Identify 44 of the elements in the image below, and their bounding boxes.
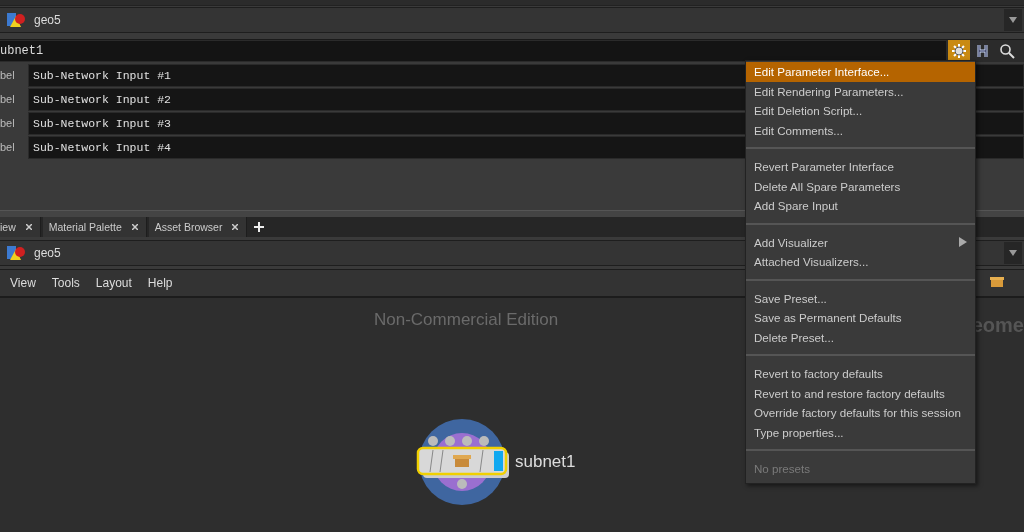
path-label: geo5 [34,246,61,260]
path-bar[interactable]: geo5 [0,7,1024,33]
menu-item[interactable]: Edit Parameter Interface... [746,62,975,82]
path-label: geo5 [34,13,61,27]
pane-tab[interactable]: Asset Browser [148,217,248,237]
menu-item[interactable]: Revert Parameter Interface [746,157,975,177]
search-icon [999,43,1015,59]
geometry-icon [6,12,26,28]
add-tab-icon[interactable] [254,222,265,232]
dropdown-button[interactable] [1004,242,1022,264]
menu-item[interactable]: Delete Preset... [746,327,975,347]
node-label: subnet1 [515,452,576,472]
node-name-field[interactable]: ubnet1 [0,41,946,61]
menu-item[interactable]: Override factory defaults for this session [746,403,975,423]
geometry-icon [6,245,26,261]
menu-item[interactable]: Revert to factory defaults [746,364,975,384]
parameter-label: bel [0,141,16,153]
menu-item[interactable]: Tools [51,276,80,290]
parameter-label: bel [0,117,16,129]
menu-item[interactable]: Revert to and restore factory defaults [746,383,975,403]
menu-item[interactable]: Layout [95,276,132,290]
menu-item[interactable]: Add Spare Input [746,196,975,216]
edition-label: Non-Commercial Edition [374,310,559,330]
menu-item[interactable]: Delete All Spare Parameters [746,176,975,196]
gear-button[interactable] [948,40,970,62]
menu-item[interactable]: View [10,276,36,290]
pane-tab[interactable]: Material Palette [42,217,147,237]
pane-tab[interactable]: iew [0,217,41,237]
help-icon [975,43,991,59]
menu-item[interactable]: Save as Permanent Defaults [746,308,975,328]
settings-icon [951,43,967,59]
dropdown-button[interactable] [1004,9,1022,31]
close-icon[interactable] [25,224,32,230]
menu-item[interactable]: Save Preset... [746,288,975,308]
box-icon[interactable] [990,276,1004,288]
close-icon[interactable] [131,224,138,230]
parameter-label: bel [0,93,16,105]
caret-icon [1009,17,1017,23]
caret-icon [1009,250,1017,256]
parameter-label: bel [0,69,16,81]
menu-item[interactable]: Help [147,276,173,290]
menu-item[interactable]: Type properties... [746,422,975,442]
subnet-node-drawing[interactable] [415,418,511,506]
close-icon[interactable] [232,224,239,230]
